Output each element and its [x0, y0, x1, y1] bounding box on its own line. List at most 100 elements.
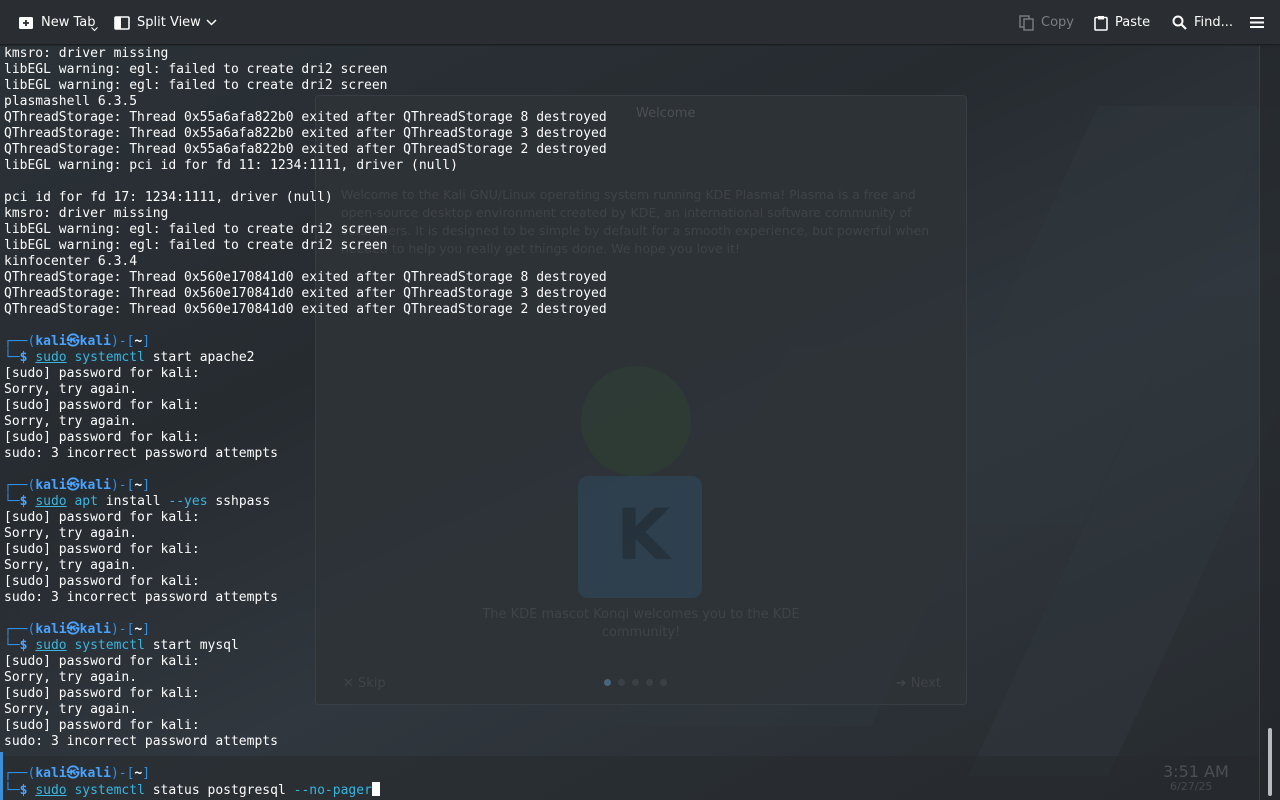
split-view-button[interactable]: Split View: [114, 0, 201, 45]
prompt-symbol: $: [19, 783, 36, 798]
command-program: systemctl: [74, 638, 145, 653]
terminal-line: [sudo] password for kali:: [4, 430, 200, 445]
terminal-line: sudo: 3 incorrect password attempts: [4, 446, 278, 461]
command-program: systemctl: [74, 783, 145, 798]
prompt-symbol: $: [19, 494, 36, 509]
split-view-label: Split View: [137, 15, 201, 30]
prompt-user-host: kali㉿kali: [35, 478, 111, 493]
terminal-line: [sudo] password for kali:: [4, 398, 200, 413]
prompt-frame: └─: [4, 494, 20, 509]
terminal-line: Sorry, try again.: [4, 702, 138, 717]
paste-label: Paste: [1115, 15, 1151, 30]
terminal-line: Sorry, try again.: [4, 526, 138, 541]
prompt-frame: └─: [4, 350, 20, 365]
chevron-down-icon[interactable]: [206, 19, 217, 26]
command-args: install: [97, 494, 169, 509]
prompt-frame: )-[: [110, 478, 135, 493]
command-args: sshpass: [207, 494, 271, 509]
terminal-line: Sorry, try again.: [4, 414, 138, 429]
copy-button[interactable]: Copy: [1019, 0, 1074, 45]
terminal-line: kmsro: driver missing: [4, 206, 169, 221]
prompt-frame: )-[: [110, 766, 135, 781]
prompt-symbol: $: [19, 638, 36, 653]
terminal-line: [sudo] password for kali:: [4, 574, 200, 589]
prompt-frame: ┌──(: [4, 334, 36, 349]
terminal-line: plasmashell 6.3.5: [4, 94, 138, 109]
prompt-symbol: $: [19, 350, 36, 365]
find-button[interactable]: Find...: [1172, 0, 1233, 45]
terminal-line: libEGL warning: egl: failed to create dr…: [4, 238, 388, 253]
copy-icon: [1019, 14, 1034, 31]
terminal-line: kmsro: driver missing: [4, 46, 169, 61]
terminal-line: Sorry, try again.: [4, 382, 138, 397]
konsole-toolbar: New Tab Split View Copy Paste Find...: [0, 0, 1280, 45]
command-option: --no-pager: [293, 783, 372, 798]
terminal-output[interactable]: kmsro: driver missing libEGL warning: egl…: [4, 46, 1254, 798]
find-label: Find...: [1194, 15, 1234, 30]
text-cursor: [371, 782, 380, 796]
terminal-line: [sudo] password for kali:: [4, 366, 200, 381]
terminal-line: QThreadStorage: Thread 0x55a6afa822b0 ex…: [4, 110, 607, 125]
paste-icon: [1094, 15, 1108, 31]
new-tab-menu-arrow-icon[interactable]: [91, 27, 98, 32]
command-line: └─$ sudo systemctl start apache2: [4, 350, 1254, 366]
search-icon: [1172, 15, 1187, 30]
prompt-user-host: kali㉿kali: [35, 766, 111, 781]
prompt-frame: )-[: [110, 622, 135, 637]
prompt-user-host: kali㉿kali: [35, 334, 111, 349]
prompt-frame: ]: [142, 478, 151, 493]
scrollbar-thumb[interactable]: [1268, 728, 1272, 796]
split-view-icon: [114, 15, 130, 30]
command-line: └─$ sudo apt install --yes sshpass: [4, 494, 1254, 510]
terminal-line: QThreadStorage: Thread 0x560e170841d0 ex…: [4, 270, 607, 285]
prompt-frame: ]: [142, 766, 151, 781]
prompt-frame: ]: [142, 622, 151, 637]
prompt-frame: └─: [4, 638, 20, 653]
command-sudo: sudo: [35, 494, 67, 509]
hamburger-menu-button[interactable]: [1250, 0, 1264, 45]
copy-label: Copy: [1041, 15, 1074, 30]
terminal-line: QThreadStorage: Thread 0x560e170841d0 ex…: [4, 286, 607, 301]
prompt-frame: ]: [142, 334, 151, 349]
terminal-line: [sudo] password for kali:: [4, 542, 200, 557]
terminal-line: Sorry, try again.: [4, 558, 138, 573]
paste-button[interactable]: Paste: [1094, 0, 1150, 45]
terminal-line: kinfocenter 6.3.4: [4, 254, 138, 269]
new-tab-button[interactable]: New Tab: [18, 0, 96, 45]
terminal-scrollbar[interactable]: [1259, 46, 1280, 800]
command-line: └─$ sudo systemctl start mysql: [4, 638, 1254, 654]
terminal-line: QThreadStorage: Thread 0x55a6afa822b0 ex…: [4, 142, 607, 157]
command-args: status postgresql: [144, 783, 294, 798]
terminal-line: [sudo] password for kali:: [4, 686, 200, 701]
terminal-line: sudo: 3 incorrect password attempts: [4, 590, 278, 605]
new-tab-icon: [19, 16, 33, 29]
active-line-indicator: [0, 752, 3, 800]
terminal-line: [sudo] password for kali:: [4, 654, 200, 669]
prompt-frame: ┌──(: [4, 622, 36, 637]
prompt-frame: ┌──(: [4, 478, 36, 493]
terminal-line: QThreadStorage: Thread 0x560e170841d0 ex…: [4, 302, 607, 317]
terminal-line: libEGL warning: pci id for fd 11: 1234:1…: [4, 158, 458, 173]
command-sudo: sudo: [35, 783, 67, 798]
terminal-line: pci id for fd 17: 1234:1111, driver (nul…: [4, 190, 333, 205]
terminal-line: Sorry, try again.: [4, 670, 138, 685]
prompt-frame: ┌──(: [4, 766, 36, 781]
terminal-line: sudo: 3 incorrect password attempts: [4, 734, 278, 749]
prompt-line: ┌──(kali㉿kali)-[~]: [4, 622, 1254, 638]
prompt-frame: )-[: [110, 334, 135, 349]
terminal-line: [sudo] password for kali:: [4, 718, 200, 733]
prompt-line: ┌──(kali㉿kali)-[~]: [4, 766, 1254, 782]
prompt-line: ┌──(kali㉿kali)-[~]: [4, 478, 1254, 494]
terminal-line: libEGL warning: egl: failed to create dr…: [4, 78, 388, 93]
prompt-line: ┌──(kali㉿kali)-[~]: [4, 334, 1254, 350]
command-option: --yes: [168, 494, 208, 509]
terminal-line: [sudo] password for kali:: [4, 510, 200, 525]
hamburger-menu-icon: [1250, 17, 1264, 28]
command-program: apt: [74, 494, 98, 509]
command-line: └─$ sudo systemctl status postgresql --n…: [4, 782, 1254, 798]
